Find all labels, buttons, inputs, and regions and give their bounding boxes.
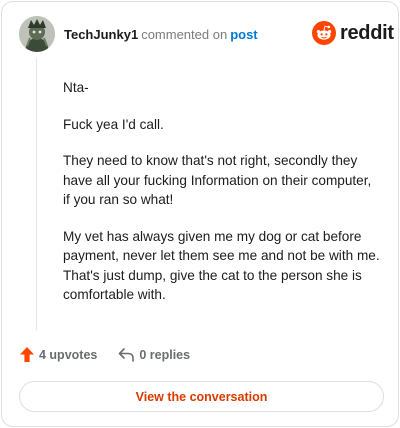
comment-header: TechJunky1 commented on post	[64, 28, 258, 42]
reddit-logo-icon	[312, 21, 336, 45]
reddit-logo[interactable]: reddit	[312, 21, 394, 45]
upvote-count: 4 upvotes	[39, 347, 98, 362]
upvote-button[interactable]: 4 upvotes	[20, 347, 97, 362]
view-conversation-button[interactable]: View the conversation	[19, 381, 384, 412]
comment-paragraph: My vet has always given me my dog or cat…	[63, 228, 380, 303]
commented-on-text: commented on	[141, 27, 228, 42]
reddit-wordmark: reddit	[340, 21, 394, 44]
username-link[interactable]: TechJunky1	[64, 27, 138, 42]
comment-paragraph: Nta-	[63, 80, 89, 95]
post-link[interactable]: post	[230, 27, 257, 42]
upvote-arrow-icon	[20, 347, 34, 362]
reply-button[interactable]: 0 replies	[118, 348, 190, 362]
comment-actions: 4 upvotes 0 replies	[20, 347, 190, 362]
avatar-image	[19, 16, 55, 52]
reply-count: 0 replies	[139, 347, 191, 362]
thread-line	[36, 58, 37, 330]
reply-icon	[119, 347, 135, 362]
comment-paragraph: Fuck yea I'd call.	[63, 116, 164, 132]
comment-embed-card: TechJunky1 commented on post reddit Nta- F…	[1, 1, 399, 427]
comment-body: Nta- Fuck yea I'd call. They need to kno…	[63, 78, 381, 322]
avatar[interactable]	[19, 16, 55, 52]
comment-paragraph: They need to know that's not right, seco…	[63, 153, 372, 207]
